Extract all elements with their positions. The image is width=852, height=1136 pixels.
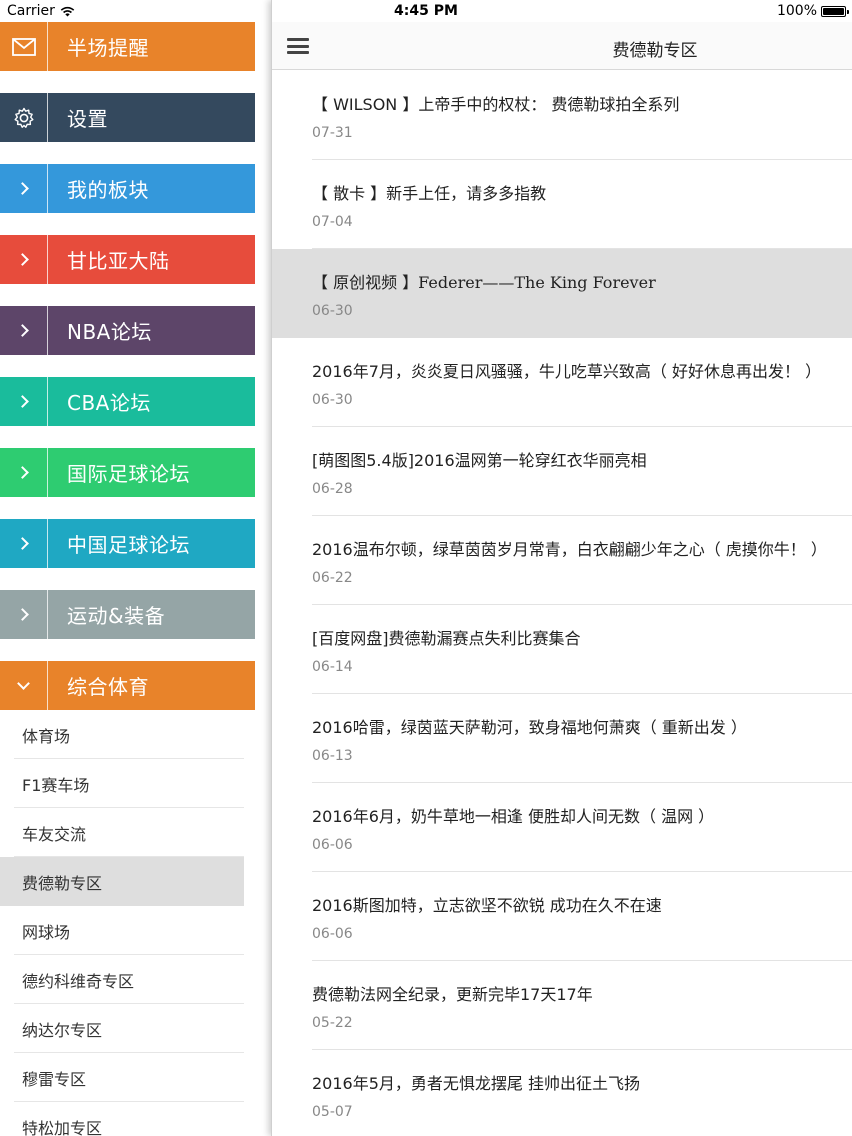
- thread-row[interactable]: 2016年6月，奶牛草地一相逢 便胜却人间无数（ 温网 ） 06-06: [272, 783, 852, 872]
- thread-title: 2016温布尔顿，绿草茵茵岁月常青，白衣翩翩少年之心（ 虎摸你牛！ ）: [312, 540, 827, 559]
- thread-date: 07-04: [312, 214, 353, 230]
- battery-indicator: 100%: [776, 3, 849, 19]
- thread-date: 05-07: [312, 1104, 353, 1120]
- thread-title: 2016年7月，炎炎夏日风骚骚，牛儿吃草兴致高（ 好好休息再出发！ ）: [312, 362, 822, 381]
- thread-row[interactable]: 【 散卡 】新手上任，请多多指教 07-04: [272, 160, 852, 249]
- thread-date: 06-28: [312, 481, 353, 497]
- sidebar-category-label: NBA论坛: [67, 320, 152, 344]
- sidebar-subitem[interactable]: 德约科维奇专区: [0, 955, 244, 1004]
- thread-title: 2016年5月，勇者无惧龙摆尾 挂帅出征土飞扬: [312, 1074, 640, 1093]
- thread-date: 06-06: [312, 837, 353, 853]
- sidebar-subitem[interactable]: 费德勒专区: [0, 857, 244, 906]
- thread-row[interactable]: 2016年5月，勇者无惧龙摆尾 挂帅出征土飞扬 05-07: [272, 1050, 852, 1136]
- sidebar-category-label: 我的板块: [67, 178, 149, 202]
- page-title: 费德勒专区: [612, 41, 698, 61]
- sidebar-subitem-label: 车友交流: [22, 824, 87, 844]
- chevron-right-icon: [0, 306, 48, 355]
- status-time: 4:45 PM: [394, 3, 458, 19]
- sidebar-subitem-label: 体育场: [22, 726, 71, 746]
- sidebar-subitem-label: F1赛车场: [22, 775, 90, 795]
- sidebar-category-intl-football[interactable]: 国际足球论坛: [0, 448, 255, 497]
- thread-date: 06-06: [312, 926, 353, 942]
- thread-row[interactable]: 【 WILSON 】上帝手中的权杖： 费德勒球拍全系列 07-31: [272, 71, 852, 160]
- thread-date: 06-14: [312, 659, 353, 675]
- sidebar-category-label: 综合体育: [67, 675, 149, 699]
- thread-date: 06-13: [312, 748, 353, 764]
- status-bar: Carrier 4:45 PM 100%: [0, 0, 852, 22]
- sidebar-subitem-label: 德约科维奇专区: [22, 971, 135, 991]
- sidebar-subitem-label: 特松加专区: [22, 1118, 103, 1136]
- thread-list: 【 WILSON 】上帝手中的权杖： 费德勒球拍全系列 07-31 【 散卡 】新…: [272, 71, 852, 1136]
- sidebar-subitem[interactable]: 网球场: [0, 906, 244, 955]
- thread-date: 07-31: [312, 125, 353, 141]
- sidebar-category-label: 中国足球论坛: [67, 533, 190, 557]
- sidebar-category-label: 半场提醒: [67, 36, 149, 60]
- sidebar-sub-list: 体育场 F1赛车场 车友交流 费德勒专区 网球场 德约科维奇专区 纳达尔专区 穆…: [0, 710, 244, 1136]
- mail-icon: [0, 22, 48, 71]
- thread-date: 05-22: [312, 1015, 353, 1031]
- chevron-right-icon: [0, 448, 48, 497]
- sidebar-category-label: 运动&装备: [67, 604, 166, 628]
- battery-percent: 100%: [776, 3, 817, 19]
- sidebar-subitem-label: 费德勒专区: [22, 873, 103, 893]
- thread-row[interactable]: 费德勒法网全纪录，更新完毕17天17年 05-22: [272, 961, 852, 1050]
- sidebar-subitem-label: 网球场: [22, 922, 71, 942]
- sidebar-category-china-football[interactable]: 中国足球论坛: [0, 519, 255, 568]
- main-panel: 费德勒专区 【 WILSON 】上帝手中的权杖： 费德勒球拍全系列 07-31 【…: [271, 0, 852, 1136]
- chevron-right-icon: [0, 590, 48, 639]
- chevron-down-icon: [0, 661, 48, 710]
- thread-row[interactable]: 2016斯图加特，立志欲坚不欲锐 成功在久不在速 06-06: [272, 872, 852, 961]
- sidebar-category-halftime-alert[interactable]: 半场提醒: [0, 22, 255, 71]
- sidebar-subitem[interactable]: F1赛车场: [0, 759, 244, 808]
- thread-row[interactable]: 2016年7月，炎炎夏日风骚骚，牛儿吃草兴致高（ 好好休息再出发！ ） 06-30: [272, 338, 852, 427]
- sidebar-category-label: 甘比亚大陆: [67, 249, 170, 273]
- sidebar-subitem[interactable]: 纳达尔专区: [0, 1004, 244, 1053]
- hamburger-menu-icon[interactable]: [287, 38, 309, 54]
- gear-icon: [0, 93, 48, 142]
- thread-date: 06-30: [312, 303, 353, 319]
- chevron-right-icon: [0, 377, 48, 426]
- thread-title: [百度网盘]费德勒漏赛点失利比赛集合: [312, 629, 581, 648]
- thread-title: 2016年6月，奶牛草地一相逢 便胜却人间无数（ 温网 ）: [312, 807, 715, 826]
- chevron-right-icon: [0, 235, 48, 284]
- thread-row[interactable]: 【 原创视频 】Federer——The King Forever 06-30: [272, 249, 852, 338]
- sidebar-category-my-boards[interactable]: 我的板块: [0, 164, 255, 213]
- thread-row[interactable]: 2016哈雷，绿茵蓝天萨勒河，致身福地何萧爽（ 重新出发 ） 06-13: [272, 694, 852, 783]
- sidebar-subitem[interactable]: 特松加专区: [0, 1102, 244, 1136]
- navigation-bar: 费德勒专区: [272, 22, 852, 70]
- sidebar-category-cba[interactable]: CBA论坛: [0, 377, 255, 426]
- chevron-right-icon: [0, 164, 48, 213]
- sidebar-category-sports-gear[interactable]: 运动&装备: [0, 590, 255, 639]
- thread-row[interactable]: [百度网盘]费德勒漏赛点失利比赛集合 06-14: [272, 605, 852, 694]
- sidebar-category-label: 国际足球论坛: [67, 462, 190, 486]
- thread-row[interactable]: [萌图图5.4版]2016温网第一轮穿红衣华丽亮相 06-28: [272, 427, 852, 516]
- chevron-right-icon: [0, 519, 48, 568]
- sidebar-subitem-label: 纳达尔专区: [22, 1020, 103, 1040]
- thread-title: 2016斯图加特，立志欲坚不欲锐 成功在久不在速: [312, 896, 662, 915]
- thread-title: 2016哈雷，绿茵蓝天萨勒河，致身福地何萧爽（ 重新出发 ）: [312, 718, 747, 737]
- sidebar-subitem[interactable]: 车友交流: [0, 808, 244, 857]
- thread-title: 【 WILSON 】上帝手中的权杖： 费德勒球拍全系列: [312, 95, 680, 114]
- thread-title: [萌图图5.4版]2016温网第一轮穿红衣华丽亮相: [312, 451, 647, 470]
- sidebar-category-label: CBA论坛: [67, 391, 151, 415]
- thread-row[interactable]: 2016温布尔顿，绿草茵茵岁月常青，白衣翩翩少年之心（ 虎摸你牛！ ） 06-22: [272, 516, 852, 605]
- thread-title: 费德勒法网全纪录，更新完毕17天17年: [312, 985, 593, 1004]
- sidebar-subitem[interactable]: 体育场: [0, 710, 244, 759]
- sidebar-subitem[interactable]: 穆雷专区: [0, 1053, 244, 1102]
- sidebar: 半场提醒 设置 我的板块 甘比亚大陆 NBA论坛 CBA论坛 国际足球论坛 中国…: [0, 0, 271, 1136]
- sidebar-category-settings[interactable]: 设置: [0, 93, 255, 142]
- thread-title: 【 散卡 】新手上任，请多多指教: [312, 184, 547, 203]
- sidebar-category-general-sports[interactable]: 综合体育: [0, 661, 255, 710]
- sidebar-category-gambia[interactable]: 甘比亚大陆: [0, 235, 255, 284]
- thread-date: 06-22: [312, 570, 353, 586]
- battery-icon: [821, 5, 849, 17]
- sidebar-subitem-label: 穆雷专区: [22, 1069, 87, 1089]
- sidebar-category-label: 设置: [67, 107, 108, 131]
- thread-title: 【 原创视频 】Federer——The King Forever: [312, 273, 656, 292]
- thread-date: 06-30: [312, 392, 353, 408]
- sidebar-category-nba[interactable]: NBA论坛: [0, 306, 255, 355]
